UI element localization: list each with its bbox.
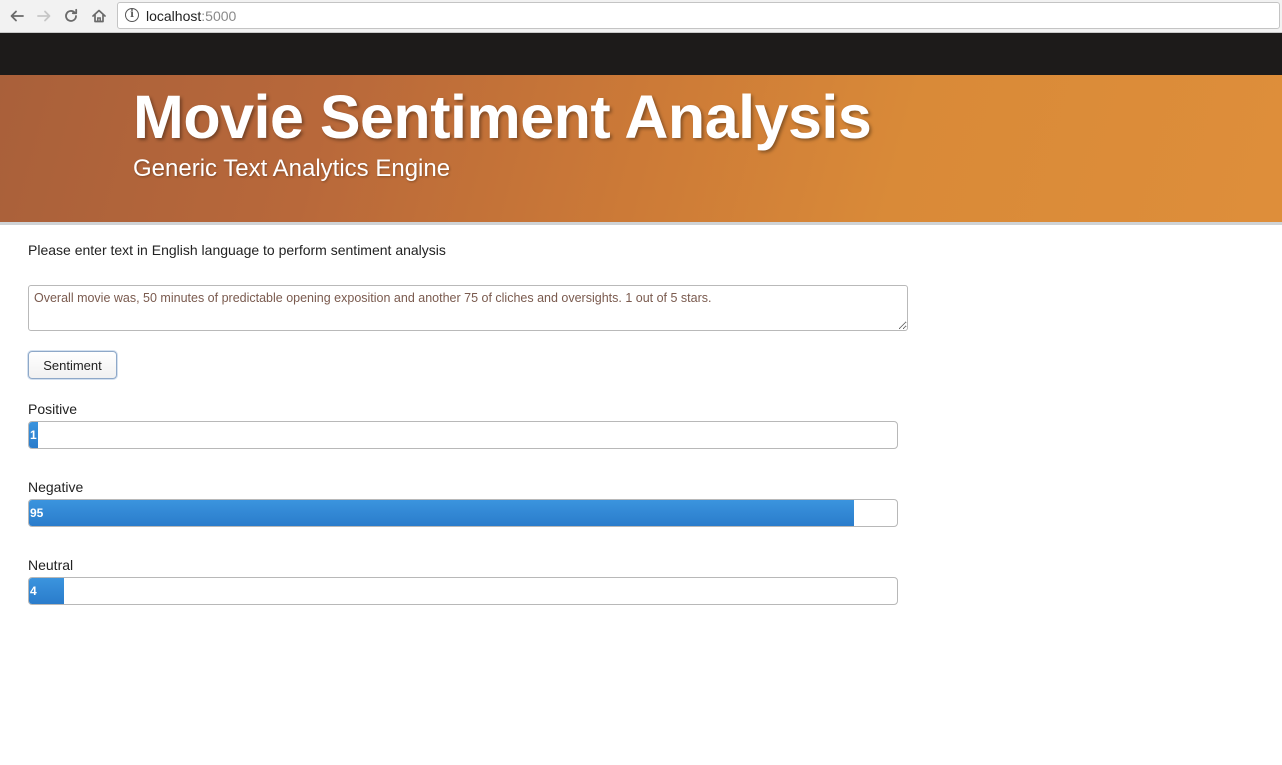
hero-banner: Movie Sentiment Analysis Generic Text An… <box>0 75 1282 225</box>
neutral-label: Neutral <box>28 557 74 573</box>
reload-icon[interactable] <box>60 5 82 27</box>
home-icon[interactable] <box>88 5 110 27</box>
back-arrow-icon[interactable] <box>6 5 28 27</box>
page-title: Movie Sentiment Analysis <box>133 83 872 151</box>
forward-arrow-icon[interactable] <box>33 5 55 27</box>
positive-progress-fill: 1 <box>29 422 38 448</box>
positive-progress-bar: 1 <box>28 421 898 449</box>
page-subtitle: Generic Text Analytics Engine <box>133 155 451 182</box>
url-text: localhost:5000 <box>146 8 236 24</box>
sentiment-button[interactable]: Sentiment <box>28 351 117 379</box>
review-text-input[interactable] <box>28 285 908 331</box>
neutral-score-group: Neutral 4 <box>28 557 898 605</box>
positive-label: Positive <box>28 401 78 417</box>
instructions-text: Please enter text in English language to… <box>28 242 446 258</box>
positive-score-group: Positive 1 <box>28 401 898 449</box>
info-icon[interactable]: i <box>125 8 139 22</box>
negative-progress-fill: 95 <box>29 500 854 526</box>
negative-progress-bar: 95 <box>28 499 898 527</box>
negative-label: Negative <box>28 479 84 495</box>
neutral-progress-fill: 4 <box>29 578 64 604</box>
negative-score-group: Negative 95 <box>28 479 898 527</box>
url-host: localhost <box>146 8 202 24</box>
browser-toolbar: i localhost:5000 <box>0 0 1282 33</box>
site-navbar <box>0 33 1282 75</box>
neutral-progress-bar: 4 <box>28 577 898 605</box>
url-port: :5000 <box>201 8 237 24</box>
address-bar[interactable]: i localhost:5000 <box>117 2 1280 29</box>
